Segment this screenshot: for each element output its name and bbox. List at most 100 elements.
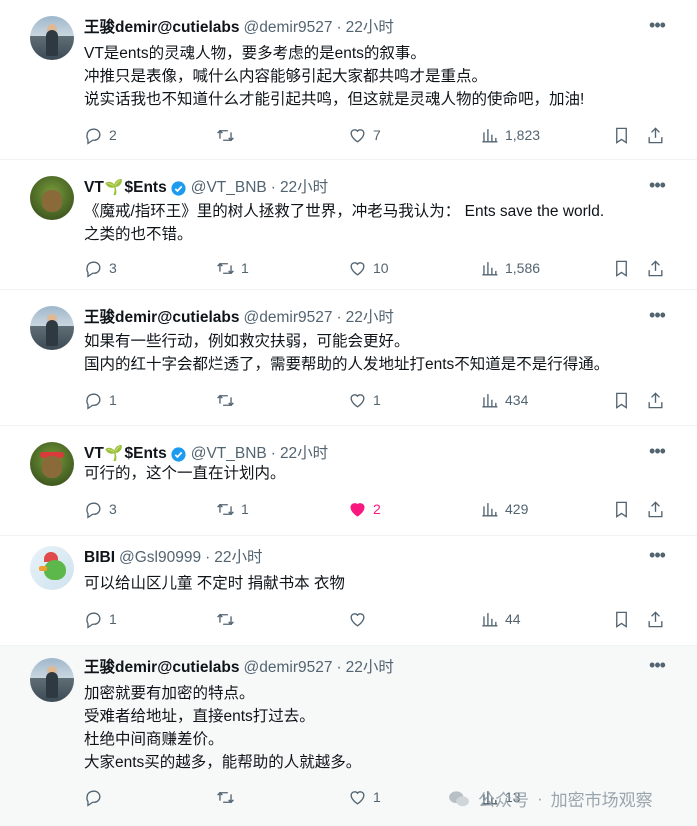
retweet-count: 1 — [241, 501, 249, 517]
avatar[interactable] — [30, 442, 74, 486]
like-button[interactable]: 1 — [348, 390, 381, 410]
tweet[interactable]: 王骏demir@cutielabs @demir9527 · 22小时 ••• … — [0, 290, 697, 426]
analytics-icon — [482, 612, 498, 627]
heart-filled-icon — [350, 502, 365, 517]
tweet[interactable]: VT 🌱 $Ents @VT_BNB · 22小时 ••• 可行的，这个一直在计… — [0, 426, 697, 536]
text-line: 冲推只是表像，喊什么内容能够引起大家都共鸣才是重点。 — [84, 68, 488, 85]
views-count: 44 — [505, 611, 521, 627]
like-button[interactable]: 2 — [348, 499, 381, 519]
tweet[interactable]: 王骏demir@cutielabs @demir9527 · 22小时 ••• … — [0, 0, 697, 160]
reply-button[interactable]: 1 — [84, 609, 117, 629]
share-button[interactable] — [646, 390, 665, 410]
timestamp[interactable]: 22小时 — [280, 178, 328, 198]
author-name[interactable]: 王骏demir@cutielabs — [84, 308, 240, 328]
author-handle[interactable]: @VT_BNB — [191, 178, 267, 198]
retweet-button[interactable] — [216, 787, 241, 807]
timestamp[interactable]: 22小时 — [280, 444, 328, 464]
more-icon[interactable]: ••• — [647, 442, 667, 464]
tweet-header: VT 🌱 $Ents @VT_BNB · 22小时 — [84, 178, 328, 198]
text-line: 可行的，这个一直在计划内。 — [84, 465, 286, 482]
views-button[interactable]: 434 — [480, 390, 528, 410]
like-button[interactable]: 10 — [348, 258, 389, 278]
like-count: 1 — [373, 789, 381, 805]
analytics-icon — [482, 502, 498, 517]
reply-button[interactable]: 2 — [84, 125, 117, 145]
author-handle[interactable]: @demir9527 — [244, 308, 333, 328]
retweet-button[interactable]: 1 — [216, 499, 249, 519]
like-button[interactable]: 7 — [348, 125, 381, 145]
reply-icon — [86, 260, 101, 278]
author-handle[interactable]: @Gsl90999 — [119, 548, 201, 568]
more-icon[interactable]: ••• — [647, 656, 667, 678]
tweet-text: 如果有一些行动，例如救灾扶弱，可能会更好。 国内的红十字会都烂透了，需要帮助的人… — [84, 330, 609, 376]
avatar[interactable] — [30, 306, 74, 350]
views-button[interactable]: 1,586 — [480, 258, 540, 278]
bookmark-button[interactable] — [612, 390, 631, 410]
share-button[interactable] — [646, 258, 665, 278]
watermark-right: 加密市场观察 — [550, 791, 653, 810]
like-button[interactable] — [348, 609, 373, 629]
sprout-icon: 🌱 — [104, 179, 124, 196]
views-button[interactable]: 44 — [480, 609, 521, 629]
share-button[interactable] — [646, 499, 665, 519]
author-handle[interactable]: @demir9527 — [244, 18, 333, 38]
author-name[interactable]: VT — [84, 178, 104, 198]
avatar[interactable] — [30, 546, 74, 590]
bookmark-button[interactable] — [612, 125, 631, 145]
tweet[interactable]: BIBI @Gsl90999 · 22小时 ••• 可以给山区儿童 不定时 捐献… — [0, 536, 697, 646]
separator: · — [336, 19, 342, 36]
author-name[interactable]: 王骏demir@cutielabs — [84, 658, 240, 678]
reply-count: 3 — [109, 260, 117, 276]
avatar[interactable] — [30, 16, 74, 60]
bookmark-button[interactable] — [612, 609, 631, 629]
views-button[interactable]: 429 — [480, 499, 528, 519]
avatar[interactable] — [30, 176, 74, 220]
text-line: 加密就要有加密的特点。 — [84, 685, 255, 702]
sprout-icon: 🌱 — [104, 445, 124, 462]
reply-icon — [86, 501, 101, 519]
timestamp[interactable]: 22小时 — [346, 308, 394, 328]
tweet[interactable]: VT 🌱 $Ents @VT_BNB · 22小时 ••• 《魔戒/指环王》里的… — [0, 160, 697, 290]
more-icon[interactable]: ••• — [647, 306, 667, 328]
author-name[interactable]: BIBI — [84, 548, 115, 568]
timestamp[interactable]: 22小时 — [346, 18, 394, 38]
views-button[interactable]: 1,823 — [480, 125, 540, 145]
reply-button[interactable] — [84, 787, 109, 807]
retweet-button[interactable]: 1 — [216, 258, 249, 278]
more-icon[interactable]: ••• — [647, 176, 667, 198]
retweet-icon — [217, 613, 234, 625]
more-icon[interactable]: ••• — [647, 16, 667, 38]
like-button[interactable]: 1 — [348, 787, 381, 807]
retweet-button[interactable] — [216, 125, 241, 145]
more-icon[interactable]: ••• — [647, 546, 667, 568]
bookmark-button[interactable] — [612, 258, 631, 278]
tweet-header: 王骏demir@cutielabs @demir9527 · 22小时 — [84, 18, 394, 38]
author-handle[interactable]: @VT_BNB — [191, 444, 267, 464]
retweet-button[interactable] — [216, 609, 241, 629]
retweet-button[interactable] — [216, 390, 241, 410]
retweet-icon — [217, 129, 234, 141]
text-line: 大家ents买的越多，能帮助的人就越多。 — [84, 754, 362, 771]
tweet-text: 《魔戒/指环王》里的树人拯救了世界，冲老马我认为： Ents save the … — [84, 200, 604, 246]
like-count: 7 — [373, 127, 381, 143]
timestamp[interactable]: 22小时 — [214, 548, 262, 568]
reply-button[interactable]: 3 — [84, 258, 117, 278]
author-name-suffix[interactable]: $Ents — [125, 178, 167, 198]
reply-button[interactable]: 3 — [84, 499, 117, 519]
timestamp[interactable]: 22小时 — [346, 658, 394, 678]
tweet-text: 加密就要有加密的特点。 受难者给地址，直接ents打过去。 杜绝中间商赚差价。 … — [84, 682, 361, 774]
share-icon — [648, 391, 663, 408]
author-name-suffix[interactable]: $Ents — [125, 444, 167, 464]
tweet-text: 可行的，这个一直在计划内。 — [84, 462, 286, 485]
author-name[interactable]: 王骏demir@cutielabs — [84, 18, 240, 38]
bookmark-button[interactable] — [612, 499, 631, 519]
reply-count: 2 — [109, 127, 117, 143]
author-handle[interactable]: @demir9527 — [244, 658, 333, 678]
share-button[interactable] — [646, 125, 665, 145]
reply-icon — [86, 392, 101, 410]
avatar[interactable] — [30, 658, 74, 702]
separator: · — [270, 179, 276, 196]
author-name[interactable]: VT — [84, 444, 104, 464]
share-button[interactable] — [646, 609, 665, 629]
reply-button[interactable]: 1 — [84, 390, 117, 410]
